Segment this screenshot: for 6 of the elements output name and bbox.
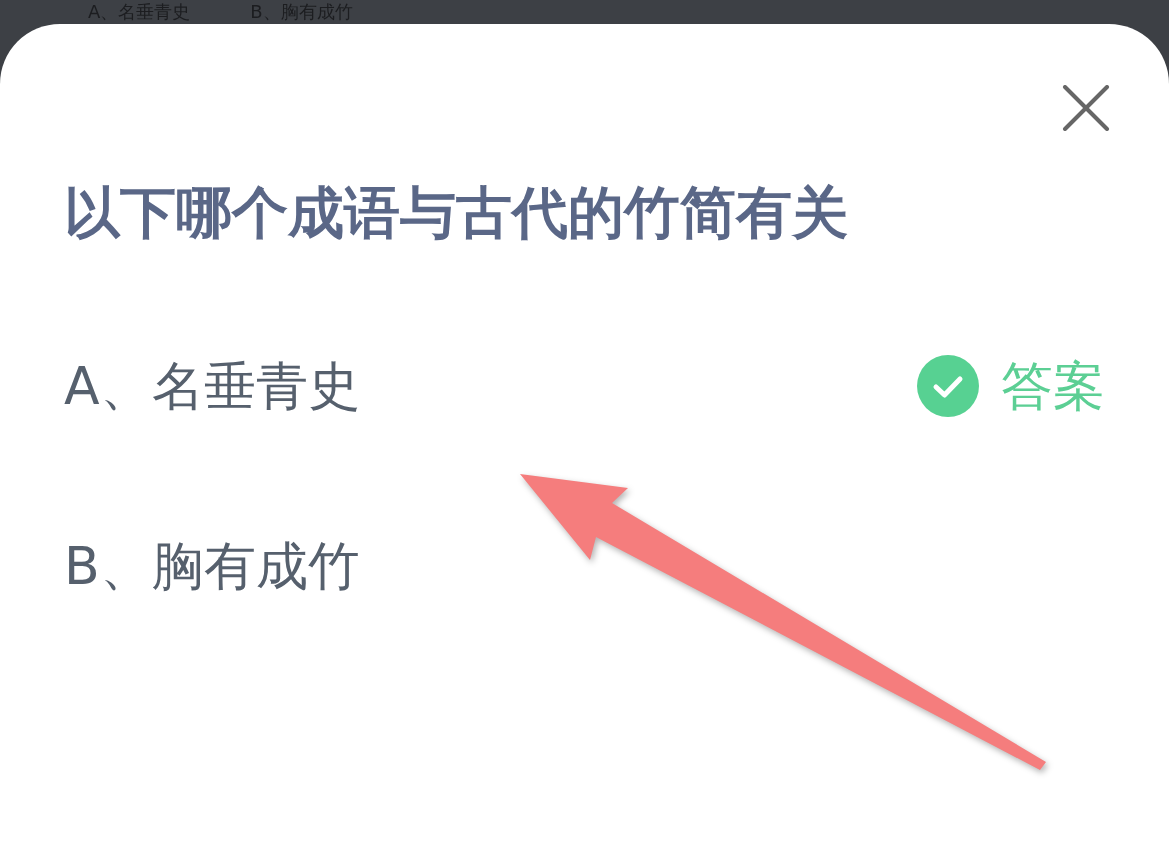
option-item[interactable]: B、胸有成竹 [64, 531, 1105, 601]
close-icon [1062, 85, 1110, 131]
answer-label: 答案 [1001, 355, 1105, 418]
option-item[interactable]: A、名垂青史 [64, 351, 917, 421]
question-title: 以下哪个成语与古代的竹简有关 [64, 179, 849, 247]
close-button[interactable] [1062, 85, 1110, 131]
